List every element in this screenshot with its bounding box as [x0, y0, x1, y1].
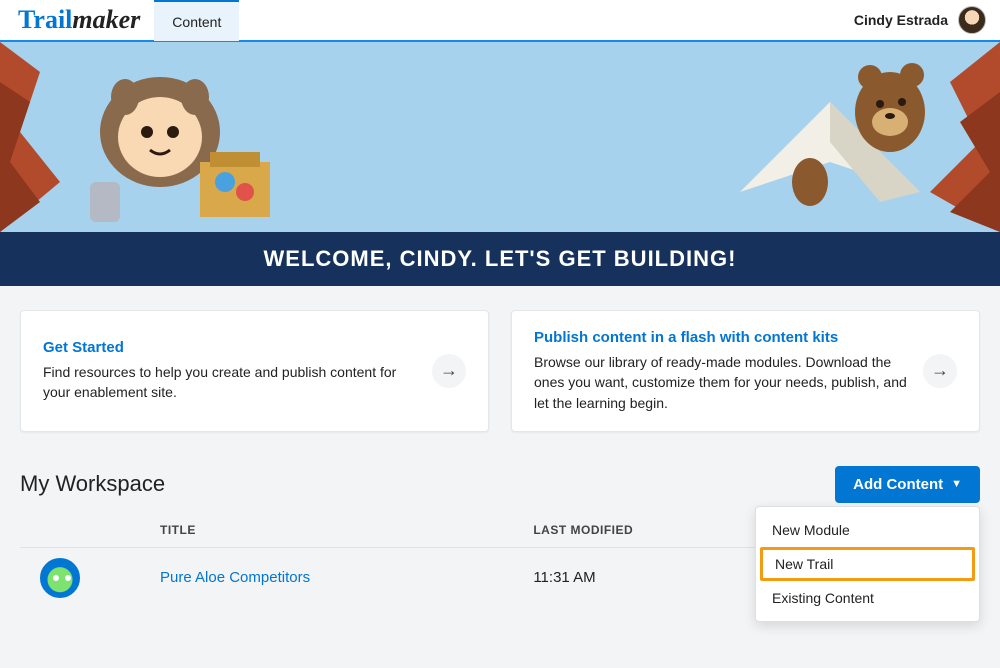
add-content-button[interactable]: Add Content ▼ [835, 466, 980, 503]
info-cards-row: Get Started Find resources to help you c… [20, 310, 980, 432]
workspace-title: My Workspace [20, 471, 165, 497]
row-title[interactable]: Pure Aloe Competitors [160, 569, 533, 586]
username-label: Cindy Estrada [854, 12, 948, 28]
module-icon [40, 558, 80, 598]
arrow-right-icon[interactable]: → [923, 354, 957, 388]
content-kits-desc: Browse our library of ready-made modules… [534, 352, 907, 413]
user-avatar[interactable] [958, 6, 986, 34]
get-started-desc: Find resources to help you create and pu… [43, 362, 416, 403]
get-started-card[interactable]: Get Started Find resources to help you c… [20, 310, 489, 432]
content-kits-title: Publish content in a flash with content … [534, 329, 907, 346]
get-started-title: Get Started [43, 339, 416, 356]
hero-banner [0, 42, 1000, 232]
top-bar: Trailmaker Content Cindy Estrada [0, 0, 1000, 42]
logo-maker: maker [72, 5, 140, 34]
main-area: Get Started Find resources to help you c… [0, 286, 1000, 668]
welcome-banner: WELCOME, CINDY. LET'S GET BUILDING! [0, 232, 1000, 286]
rock-right-illustration [860, 42, 1000, 232]
menu-item-new-module[interactable]: New Module [756, 513, 979, 547]
logo-trail: Trail [18, 5, 72, 34]
arrow-right-icon[interactable]: → [432, 354, 466, 388]
col-title[interactable]: TITLE [160, 523, 533, 537]
content-kits-card[interactable]: Publish content in a flash with content … [511, 310, 980, 432]
tab-content[interactable]: Content [154, 0, 239, 41]
app-logo: Trailmaker [18, 5, 140, 35]
add-content-menu: New Module New Trail Existing Content [755, 506, 980, 622]
astro-character-icon [50, 42, 280, 232]
menu-item-existing-content[interactable]: Existing Content [756, 581, 979, 615]
menu-item-new-trail[interactable]: New Trail [760, 547, 975, 581]
caret-down-icon: ▼ [951, 478, 962, 490]
workspace-header: My Workspace Add Content ▼ [20, 466, 980, 503]
